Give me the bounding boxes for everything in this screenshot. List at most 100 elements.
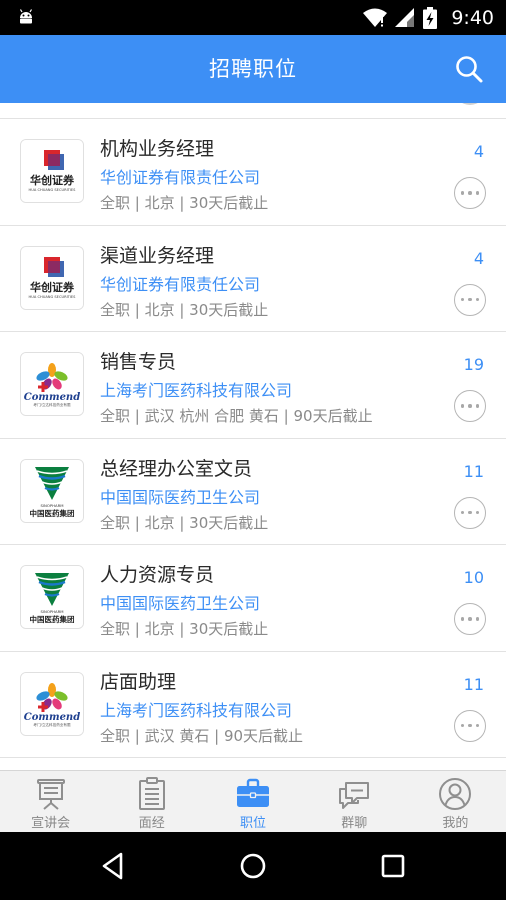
back-icon[interactable] (96, 849, 130, 883)
more-dot (475, 510, 480, 515)
job-title: 机构业务经理 (100, 138, 215, 160)
job-meta: 全职 | 北京 | 30天后截止 (100, 513, 269, 532)
bottom-nav: 宣讲会 面经 职位 群聊 我的 (0, 770, 506, 832)
more-options-button[interactable] (454, 283, 486, 316)
svg-text:HUA CHUANG SECURITIES: HUA CHUANG SECURITIES (29, 188, 77, 192)
company-logo: Commend 考门/立达科技药业有限 (20, 352, 84, 416)
nav-label: 面经 (138, 816, 165, 831)
more-dot (468, 510, 472, 515)
job-count-badge: 19 (463, 355, 484, 374)
job-meta: 全职 | 北京 | 30天后截止 (100, 194, 269, 212)
status-time: 9:40 (451, 6, 494, 29)
home-icon[interactable] (236, 849, 270, 883)
job-title: 店面助理 (100, 670, 177, 693)
presentation-board-icon (36, 779, 65, 810)
job-company[interactable]: 华创证券有限责任公司 (100, 271, 260, 295)
status-bar: 9:40 (0, 0, 506, 35)
job-meta: 全职 | 北京 | 30天后截止 (100, 300, 269, 319)
sinopharm-logo-image: SINOPHARM 中国医药集团 (21, 566, 83, 628)
more-dot (468, 723, 472, 728)
svg-text:考门/立达科技药业有限: 考门/立达科技药业有限 (33, 402, 71, 407)
more-dot (475, 404, 480, 408)
recents-icon[interactable] (376, 849, 410, 883)
nav-item-group-chat[interactable]: 群聊 (304, 771, 405, 832)
job-count-badge: 10 (463, 568, 484, 587)
sinopharm-logo-image: SINOPHARM 中国医药集团 (21, 459, 83, 522)
svg-text:Commend: Commend (24, 392, 80, 403)
job-list-item[interactable]: Commend 考门/立达科技药业有限 销售专员 上海考门医药科技有限公司 全职… (0, 332, 506, 439)
job-list-item[interactable]: 华创证券 HUA CHUANG SECURITIES 渠道业务经理 华创证券有限… (0, 225, 506, 332)
huachuang-logo-image: 华创证券 HUA CHUANG SECURITIES (21, 140, 83, 202)
svg-text:Commend: Commend (24, 712, 80, 723)
job-count-badge: 4 (473, 248, 484, 268)
svg-text:考门/立达科技药业有限: 考门/立达科技药业有限 (33, 722, 71, 727)
job-meta: 全职 | 武汉 黄石 | 90天后截止 (100, 726, 304, 745)
job-count-badge: 4 (473, 142, 484, 161)
nav-item-jobs[interactable]: 职位 (202, 771, 303, 832)
partial-list-item (0, 103, 506, 119)
job-company[interactable]: 上海考门医药科技有限公司 (100, 377, 292, 401)
more-dot (475, 297, 480, 302)
more-dot (475, 617, 480, 621)
company-logo: SINOPHARM 中国医药集团 (20, 565, 84, 629)
svg-text:SINOPHARM: SINOPHARM (40, 609, 63, 614)
nav-item-presentations[interactable]: 宣讲会 (0, 771, 101, 832)
partial-more-button (454, 103, 486, 105)
company-logo: 华创证券 HUA CHUANG SECURITIES (20, 245, 84, 310)
more-dot (460, 191, 465, 195)
more-options-button[interactable] (454, 390, 486, 422)
job-count-badge: 11 (463, 674, 484, 694)
nav-label: 职位 (240, 816, 267, 831)
chat-bubbles-icon (339, 782, 370, 809)
svg-text:华创证券: 华创证券 (30, 173, 75, 187)
commend-logo-image: Commend 考门/立达科技药业有限 (21, 672, 83, 735)
nav-item-me[interactable]: 我的 (405, 771, 506, 832)
more-dot (468, 404, 472, 408)
android-icon (19, 9, 33, 24)
job-list-item[interactable]: 华创证券 HUA CHUANG SECURITIES 机构业务经理 华创证券有限… (0, 119, 506, 226)
more-options-button[interactable] (454, 177, 486, 209)
more-options-button[interactable] (454, 709, 486, 742)
job-company[interactable]: 华创证券有限责任公司 (100, 164, 260, 188)
svg-text:中国医药集团: 中国医药集团 (30, 614, 75, 624)
app-bar: 招聘职位 (0, 35, 506, 103)
job-list-item[interactable]: SINOPHARM 中国医药集团 总经理办公室文员 中国国际医药卫生公司 全职 … (0, 438, 506, 545)
job-list[interactable]: 华创证券 HUA CHUANG SECURITIES 机构业务经理 华创证券有限… (0, 103, 506, 770)
svg-text:SINOPHARM: SINOPHARM (40, 503, 63, 508)
nav-label: 宣讲会 (31, 816, 71, 831)
job-list-item[interactable]: SINOPHARM 中国医药集团 人力资源专员 中国国际医药卫生公司 全职 | … (0, 545, 506, 652)
job-count-badge: 11 (463, 461, 484, 481)
more-dot (475, 191, 480, 195)
page-title: 招聘职位 (209, 57, 297, 81)
job-company[interactable]: 中国国际医药卫生公司 (100, 484, 260, 508)
job-company[interactable]: 上海考门医药科技有限公司 (100, 697, 292, 721)
more-dot (468, 617, 472, 621)
more-dot (468, 297, 472, 302)
briefcase-icon (237, 778, 269, 807)
svg-text:中国医药集团: 中国医药集团 (30, 508, 75, 518)
more-dot (460, 297, 465, 302)
signal-icon (395, 7, 415, 27)
nav-item-interview-notes[interactable]: 面经 (101, 771, 202, 832)
job-title: 总经理办公室文员 (100, 457, 253, 480)
more-dot (460, 723, 465, 728)
battery-icon (423, 6, 438, 29)
company-logo: Commend 考门/立达科技药业有限 (20, 671, 84, 736)
nav-label: 我的 (442, 816, 469, 831)
search-icon[interactable] (454, 54, 484, 84)
more-dot (475, 723, 480, 728)
system-nav-bar (0, 832, 506, 900)
svg-text:HUA CHUANG SECURITIES: HUA CHUANG SECURITIES (29, 295, 77, 299)
more-dot (460, 404, 465, 408)
company-logo: 华创证券 HUA CHUANG SECURITIES (20, 139, 84, 203)
job-meta: 全职 | 北京 | 30天后截止 (100, 620, 269, 638)
more-options-button[interactable] (454, 496, 486, 529)
job-title: 渠道业务经理 (100, 244, 215, 267)
job-meta: 全职 | 武汉 杭州 合肥 黄石 | 90天后截止 (100, 407, 373, 425)
more-options-button[interactable] (454, 603, 486, 635)
job-company[interactable]: 中国国际医药卫生公司 (100, 590, 260, 614)
more-dot (468, 191, 472, 195)
notes-clipboard-icon (138, 777, 165, 810)
commend-logo-image: Commend 考门/立达科技药业有限 (21, 353, 83, 415)
job-list-item[interactable]: Commend 考门/立达科技药业有限 店面助理 上海考门医药科技有限公司 全职… (0, 651, 506, 758)
